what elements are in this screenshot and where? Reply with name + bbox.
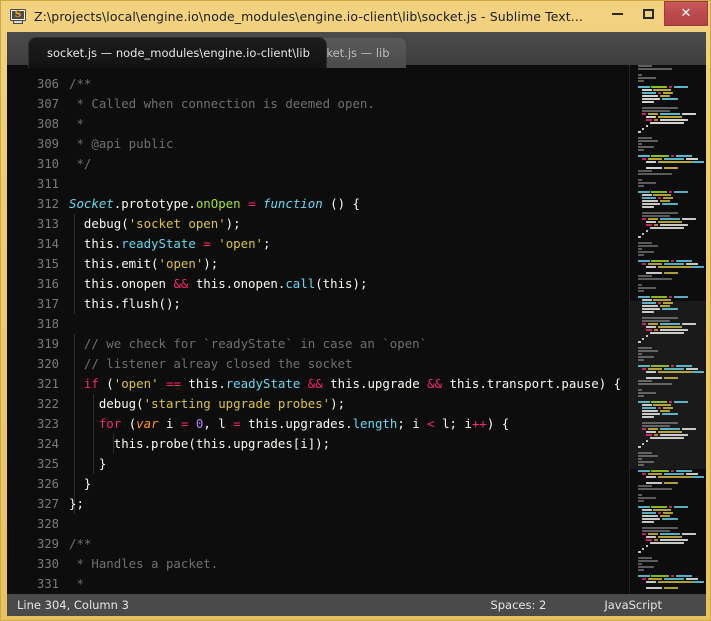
code-line: 309 * @api public bbox=[7, 134, 629, 154]
code-line: 311 bbox=[7, 174, 629, 194]
line-number: 325 bbox=[36, 457, 59, 471]
line-number: 330 bbox=[36, 557, 59, 571]
status-language[interactable]: JavaScript bbox=[604, 598, 662, 612]
code-text: if ('open' == this.readyState && this.up… bbox=[83, 376, 622, 391]
line-number: 307 bbox=[36, 97, 59, 111]
line-number: 317 bbox=[36, 297, 59, 311]
line-number: 322 bbox=[36, 397, 59, 411]
line-number: 327 bbox=[36, 497, 59, 511]
code-line: 330 * Handles a packet. bbox=[7, 554, 629, 574]
code-line: 321 if ('open' == this.readyState && thi… bbox=[7, 374, 629, 394]
code-line: 316 this.onopen && this.onopen.call(this… bbox=[7, 274, 629, 294]
editor-area: 305306/**307 * Called when connection is… bbox=[7, 65, 706, 594]
code-line: 315 this.emit('open'); bbox=[7, 254, 629, 274]
code-text: * Called when connection is deemed open. bbox=[69, 96, 375, 111]
code-line: 313 debug('socket open'); bbox=[7, 214, 629, 234]
code-text: * bbox=[69, 576, 84, 591]
line-number: 321 bbox=[36, 377, 59, 391]
code-line: 325 } bbox=[7, 454, 629, 474]
code-line: 306 /** bbox=[7, 74, 629, 94]
code-line: 323 for (var i = 0, l = this.upgrades.le… bbox=[7, 414, 629, 434]
line-number: 328 bbox=[36, 517, 59, 531]
code-text: } bbox=[69, 456, 107, 471]
line-number: 313 bbox=[36, 217, 59, 231]
code-text: debug('socket open'); bbox=[69, 216, 241, 231]
code-text: * Handles a packet. bbox=[69, 556, 219, 571]
line-number: 316 bbox=[36, 277, 59, 291]
line-number: 323 bbox=[36, 417, 59, 431]
code-text: for (var i = 0, l = this.upgrades.length… bbox=[98, 416, 510, 431]
line-number: 312 bbox=[36, 197, 59, 211]
code-text: // listener alreay closed the socket bbox=[69, 356, 353, 371]
line-number: 319 bbox=[36, 337, 59, 351]
code-text: * bbox=[69, 116, 84, 131]
line-number: 308 bbox=[36, 117, 59, 131]
line-number: 331 bbox=[36, 577, 59, 591]
code-text: /** bbox=[69, 536, 92, 551]
code-line: 327}; bbox=[7, 494, 629, 514]
minimap[interactable] bbox=[629, 65, 706, 594]
code-text: */ bbox=[69, 156, 92, 171]
code-text: debug('starting upgrade probes'); bbox=[69, 396, 346, 411]
code-text: this.flush(); bbox=[69, 296, 181, 311]
status-cursor-position: Line 304, Column 3 bbox=[17, 598, 129, 612]
window-controls: ✕ bbox=[602, 1, 711, 32]
code-text: /** bbox=[69, 76, 92, 91]
sublime-text-window: S Z:\projects\local\engine.io\node_modul… bbox=[0, 0, 711, 621]
code-line: 324 this.probe(this.upgrades[i]); bbox=[7, 434, 629, 454]
code-line: 307 * Called when connection is deemed o… bbox=[7, 94, 629, 114]
code-text: // we check for `readyState` in case an … bbox=[69, 336, 428, 351]
code-line: 317 this.flush(); bbox=[7, 294, 629, 314]
code-line: 320 // listener alreay closed the socket bbox=[7, 354, 629, 374]
code-line: 308 * bbox=[7, 114, 629, 134]
code-text: * @api public bbox=[69, 136, 174, 151]
tab-label: socket.js — node_modules\engine.io-clien… bbox=[47, 46, 310, 60]
close-icon: ✕ bbox=[680, 6, 692, 21]
line-number: 311 bbox=[36, 177, 59, 191]
code-text: } bbox=[69, 476, 92, 491]
line-number: 315 bbox=[36, 257, 59, 271]
line-number: 329 bbox=[36, 537, 59, 551]
code-line: 329 /** bbox=[7, 534, 629, 554]
code-line: 312 Socket.prototype.onOpen = function ()… bbox=[7, 194, 629, 214]
maximize-button[interactable] bbox=[633, 1, 664, 26]
line-number: 320 bbox=[36, 357, 59, 371]
line-number: 324 bbox=[36, 437, 59, 451]
code-text: Socket.prototype.onOpen = function () { bbox=[69, 196, 360, 211]
code-text: this.onopen && this.onopen.call(this); bbox=[69, 276, 368, 291]
code-line: 310 */ bbox=[7, 154, 629, 174]
code-text: this.probe(this.upgrades[i]); bbox=[69, 436, 331, 451]
code-text: this.readyState = 'open'; bbox=[69, 236, 271, 251]
status-indentation[interactable]: Spaces: 2 bbox=[490, 598, 546, 612]
code-line: 331 * bbox=[7, 574, 629, 594]
sublime-text-icon: S bbox=[10, 8, 26, 25]
line-number: 314 bbox=[36, 237, 59, 251]
line-number: 318 bbox=[36, 317, 59, 331]
code-pane[interactable]: 305306/**307 * Called when connection is… bbox=[7, 65, 629, 594]
tab-bar: socket.js — node_modules\engine.io-clien… bbox=[7, 32, 706, 68]
code-line: 328 bbox=[7, 514, 629, 534]
code-lines: 305306/**307 * Called when connection is… bbox=[7, 65, 629, 594]
line-number: 310 bbox=[36, 157, 59, 171]
code-text: this.emit('open'); bbox=[69, 256, 219, 271]
code-line: 319 // we check for `readyState` in case… bbox=[7, 334, 629, 354]
line-number: 309 bbox=[36, 137, 59, 151]
title-bar: S Z:\projects\local\engine.io\node_modul… bbox=[1, 1, 711, 32]
code-line: 322 debug('starting upgrade probes'); bbox=[7, 394, 629, 414]
code-line: 318 bbox=[7, 314, 629, 334]
code-line: 314 this.readyState = 'open'; bbox=[7, 234, 629, 254]
close-button[interactable]: ✕ bbox=[664, 1, 708, 26]
minimap-lines bbox=[634, 65, 704, 590]
line-number: 326 bbox=[36, 477, 59, 491]
line-number: 306 bbox=[36, 77, 59, 91]
code-line: 326 } bbox=[7, 474, 629, 494]
minimap-line bbox=[634, 587, 704, 590]
minimize-button[interactable] bbox=[602, 1, 633, 26]
code-text: }; bbox=[69, 496, 84, 511]
status-bar: Line 304, Column 3 Spaces: 2 JavaScript bbox=[7, 594, 706, 616]
window-title: Z:\projects\local\engine.io\node_modules… bbox=[34, 9, 583, 24]
tab-socket-js-node-modules[interactable]: socket.js — node_modules\engine.io-clien… bbox=[29, 38, 326, 68]
